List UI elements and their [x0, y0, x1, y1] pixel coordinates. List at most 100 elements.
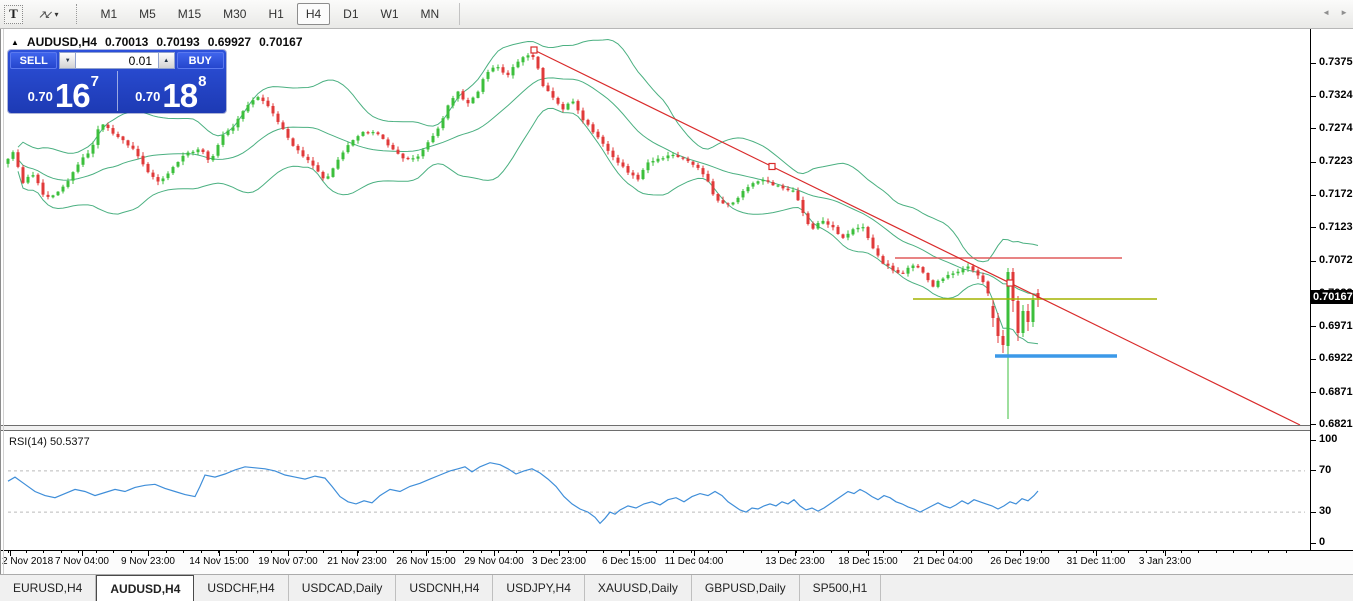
time-minor-tick	[61, 551, 62, 553]
buy-price-display[interactable]: 0.70 18 8	[118, 71, 225, 111]
time-minor-tick	[201, 551, 202, 553]
time-minor-tick	[428, 551, 429, 553]
timeframe-button-group: M1M5M15M30H1H4D1W1MN	[89, 3, 450, 25]
time-axis-label: 21 Nov 23:00	[327, 556, 387, 567]
sell-price-fraction: 7	[91, 73, 99, 90]
volume-increase-button[interactable]: ▲	[158, 52, 175, 69]
tf-button-h1[interactable]: H1	[259, 3, 292, 25]
trendline-handle[interactable]	[531, 47, 537, 53]
current-price-label: 0.70167	[1311, 290, 1353, 304]
rsi-tick-label: 100	[1319, 433, 1337, 445]
arrows-tool-button[interactable]: ↗↙ ▾	[32, 7, 64, 22]
time-minor-tick	[866, 551, 867, 553]
ohlc-open: 0.70013	[105, 35, 148, 49]
price-tick	[1311, 326, 1316, 327]
tf-button-m1[interactable]: M1	[91, 3, 126, 25]
time-minor-tick	[306, 551, 307, 553]
price-tick-label: 0.73750	[1319, 56, 1353, 68]
tab-audusd-h4[interactable]: AUDUSD,H4	[96, 575, 194, 601]
time-minor-tick	[1058, 551, 1059, 553]
time-minor-tick	[848, 551, 849, 553]
time-axis-label: 2 Nov 2018	[2, 556, 53, 567]
time-minor-tick	[376, 551, 377, 553]
tf-button-m30[interactable]: M30	[214, 3, 255, 25]
time-minor-tick	[78, 551, 79, 553]
time-minor-tick	[1268, 551, 1269, 553]
time-minor-tick	[568, 551, 569, 553]
chart-tab-bar: EURUSD,H4AUDUSD,H4USDCHF,H4USDCAD,DailyU…	[0, 574, 1353, 601]
tab-usdcad-daily[interactable]: USDCAD,Daily	[289, 575, 397, 601]
trendline-object[interactable]	[531, 47, 1300, 425]
rsi-indicator-label: RSI(14) 50.5377	[9, 436, 90, 448]
time-axis-label: 7 Nov 04:00	[55, 556, 109, 567]
time-minor-tick	[1041, 551, 1042, 553]
tf-button-w1[interactable]: W1	[372, 3, 408, 25]
time-axis-label: 18 Dec 15:00	[838, 556, 898, 567]
price-tick	[1311, 227, 1316, 228]
time-minor-tick	[358, 551, 359, 553]
sell-price-display[interactable]: 0.70 16 7	[10, 71, 118, 111]
time-axis[interactable]: 2 Nov 20187 Nov 04:009 Nov 23:0014 Nov 1…	[0, 550, 1353, 574]
tab-gbpusd-daily[interactable]: GBPUSD,Daily	[692, 575, 800, 601]
window-frame-line	[0, 29, 1, 574]
text-tool-button[interactable]: T	[4, 5, 23, 24]
price-tick	[1311, 424, 1316, 425]
time-minor-tick	[393, 551, 394, 553]
time-axis-label: 29 Nov 04:00	[464, 556, 524, 567]
rsi-tick-label: 30	[1319, 505, 1331, 517]
time-minor-tick	[166, 551, 167, 553]
tab-scroll-controls: ◄ ►	[1322, 8, 1348, 17]
time-minor-tick	[603, 551, 604, 553]
time-minor-tick	[8, 551, 9, 553]
tf-button-m15[interactable]: M15	[169, 3, 210, 25]
time-axis-label: 19 Nov 07:00	[258, 556, 318, 567]
rsi-indicator	[8, 463, 1305, 524]
ohlc-high: 0.70193	[156, 35, 199, 49]
price-axis[interactable]: 0.737500.732400.727450.722350.717250.712…	[1310, 29, 1353, 550]
trendline-handle[interactable]	[769, 164, 775, 170]
time-axis-label: 9 Nov 23:00	[121, 556, 175, 567]
price-tick-label: 0.69220	[1319, 352, 1353, 364]
time-axis-label: 3 Jan 23:00	[1139, 556, 1191, 567]
rsi-tick-label: 70	[1319, 464, 1331, 476]
volume-decrease-button[interactable]: ▼	[59, 52, 76, 69]
time-minor-tick	[638, 551, 639, 553]
tab-eurusd-h4[interactable]: EURUSD,H4	[0, 575, 96, 601]
tab-usdcnh-h4[interactable]: USDCNH,H4	[396, 575, 493, 601]
tab-usdjpy-h4[interactable]: USDJPY,H4	[493, 575, 584, 601]
time-minor-tick	[778, 551, 779, 553]
time-axis-label: 6 Dec 15:00	[602, 556, 656, 567]
ohlc-close: 0.70167	[259, 35, 302, 49]
sell-price-pips: 16	[55, 82, 90, 109]
tab-xauusd-daily[interactable]: XAUUSD,Daily	[585, 575, 692, 601]
trendline-handle[interactable]	[1007, 280, 1013, 286]
time-minor-tick	[463, 551, 464, 553]
sell-button[interactable]: SELL	[10, 52, 57, 69]
time-minor-tick	[1128, 551, 1129, 553]
ohlc-low: 0.69927	[208, 35, 251, 49]
price-tick	[1311, 261, 1316, 262]
tab-scroll-right-icon[interactable]: ►	[1340, 8, 1348, 17]
time-minor-tick	[918, 551, 919, 553]
tf-button-d1[interactable]: D1	[334, 3, 367, 25]
time-axis-label: 26 Dec 19:00	[990, 556, 1050, 567]
rsi-tick	[1311, 440, 1316, 441]
buy-price-pips: 18	[162, 82, 197, 109]
tf-button-m5[interactable]: M5	[130, 3, 165, 25]
time-minor-tick	[936, 551, 937, 553]
tab-usdchf-h4[interactable]: USDCHF,H4	[194, 575, 288, 601]
tab-sp500-h1[interactable]: SP500,H1	[800, 575, 882, 601]
tf-button-mn[interactable]: MN	[412, 3, 449, 25]
time-axis-label: 21 Dec 04:00	[913, 556, 973, 567]
price-tick	[1311, 195, 1316, 196]
buy-button[interactable]: BUY	[177, 52, 224, 69]
chevron-down-icon: ▾	[54, 10, 58, 19]
time-minor-tick	[533, 551, 534, 553]
volume-input[interactable]	[76, 52, 158, 69]
tab-scroll-left-icon[interactable]: ◄	[1322, 8, 1330, 17]
pane-splitter[interactable]	[0, 425, 1310, 431]
tf-button-h4[interactable]: H4	[297, 3, 330, 25]
time-minor-tick	[1233, 551, 1234, 553]
time-minor-tick	[236, 551, 237, 553]
time-minor-tick	[253, 551, 254, 553]
